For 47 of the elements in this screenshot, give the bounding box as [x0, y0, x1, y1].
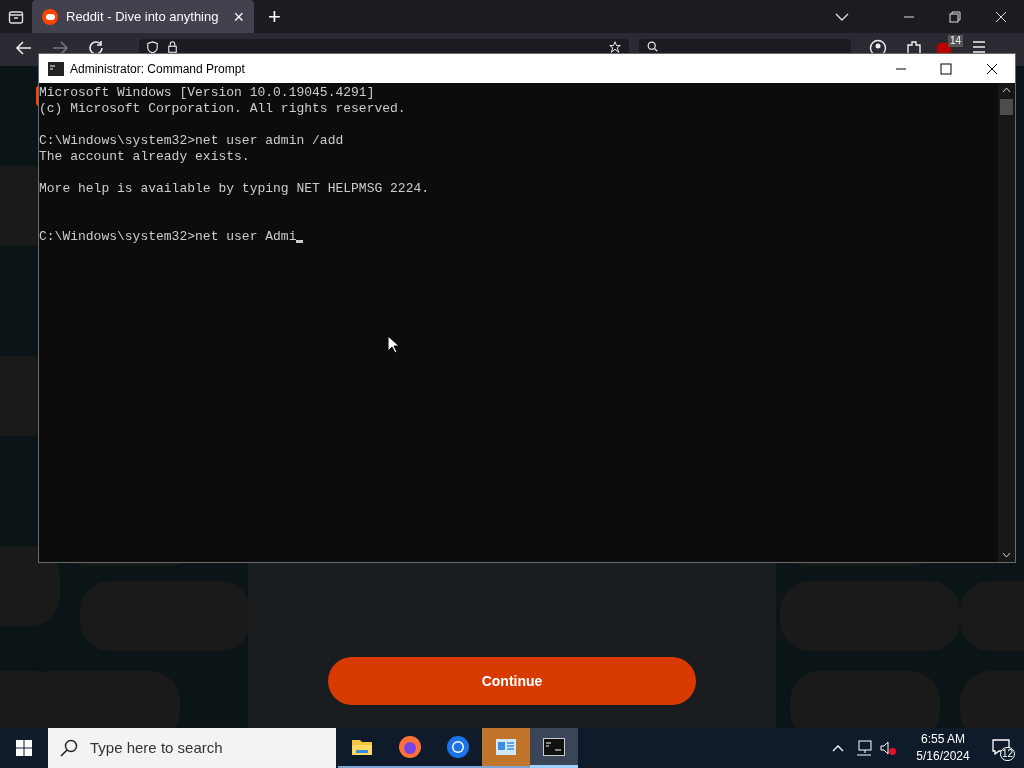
console-line: C:\Windows\system32>net user admin /add: [39, 133, 344, 149]
console-input-line[interactable]: C:\Windows\system32>net user Admi: [39, 229, 297, 245]
close-tab-button[interactable]: ×: [233, 7, 244, 26]
scrollbar[interactable]: [998, 83, 1015, 562]
scroll-down-icon[interactable]: [1002, 552, 1011, 558]
browser-circle-icon: [446, 735, 470, 759]
console-line: The account already exists.: [39, 149, 250, 165]
scroll-up-icon[interactable]: [1002, 87, 1011, 93]
clock-time[interactable]: 6:55 AM: [921, 731, 965, 748]
maximize-icon[interactable]: [940, 62, 952, 75]
console-line: Microsoft Windows [Version 10.0.19045.4291]: [39, 85, 375, 101]
window-title: Administrator: Command Prompt: [70, 60, 245, 78]
search-icon: [647, 41, 658, 52]
muted-speaker-icon[interactable]: [880, 740, 896, 756]
tab-list-icon[interactable]: [8, 8, 24, 25]
reddit-logo-icon: [42, 8, 58, 25]
text-cursor: [296, 240, 304, 243]
windows-start-icon[interactable]: [16, 740, 32, 756]
extension-badge: 14: [947, 35, 963, 47]
console-line: More help is available by typing NET HELPMSG 2224.: [39, 181, 430, 197]
notification-count: 12: [1000, 747, 1016, 761]
continue-button[interactable]: Continue: [328, 657, 696, 705]
control-panel-icon: [495, 737, 517, 757]
browser-tab[interactable]: Reddit - Dive into anything ×: [32, 0, 254, 33]
restore-icon[interactable]: [949, 10, 961, 23]
new-tab-button[interactable]: +: [268, 5, 281, 28]
search-icon: [60, 739, 78, 757]
firefox-icon: [398, 735, 422, 759]
shield-icon: [147, 41, 158, 53]
console-icon: [543, 737, 565, 756]
console-line: (c) Microsoft Corporation. All rights reserved.: [39, 101, 406, 117]
clock-date[interactable]: 5/16/2024: [916, 748, 970, 765]
scrollbar-thumb[interactable]: [1000, 99, 1013, 115]
menu-icon[interactable]: [971, 39, 987, 55]
network-icon[interactable]: [856, 740, 872, 756]
close-icon[interactable]: [986, 62, 998, 75]
taskbar-search-placeholder: Type here to search: [90, 737, 223, 758]
mouse-pointer-icon: [387, 335, 399, 354]
star-icon[interactable]: [609, 41, 621, 53]
taskbar-search-field[interactable]: Type here to search: [48, 728, 336, 768]
lock-icon: [168, 41, 177, 53]
console-icon: [48, 61, 64, 76]
taskbar-app-button[interactable]: [530, 728, 578, 768]
search-field[interactable]: [639, 39, 851, 53]
tab-title: Reddit - Dive into anything: [66, 7, 220, 26]
back-icon[interactable]: [15, 39, 33, 57]
folder-icon: [351, 737, 373, 757]
